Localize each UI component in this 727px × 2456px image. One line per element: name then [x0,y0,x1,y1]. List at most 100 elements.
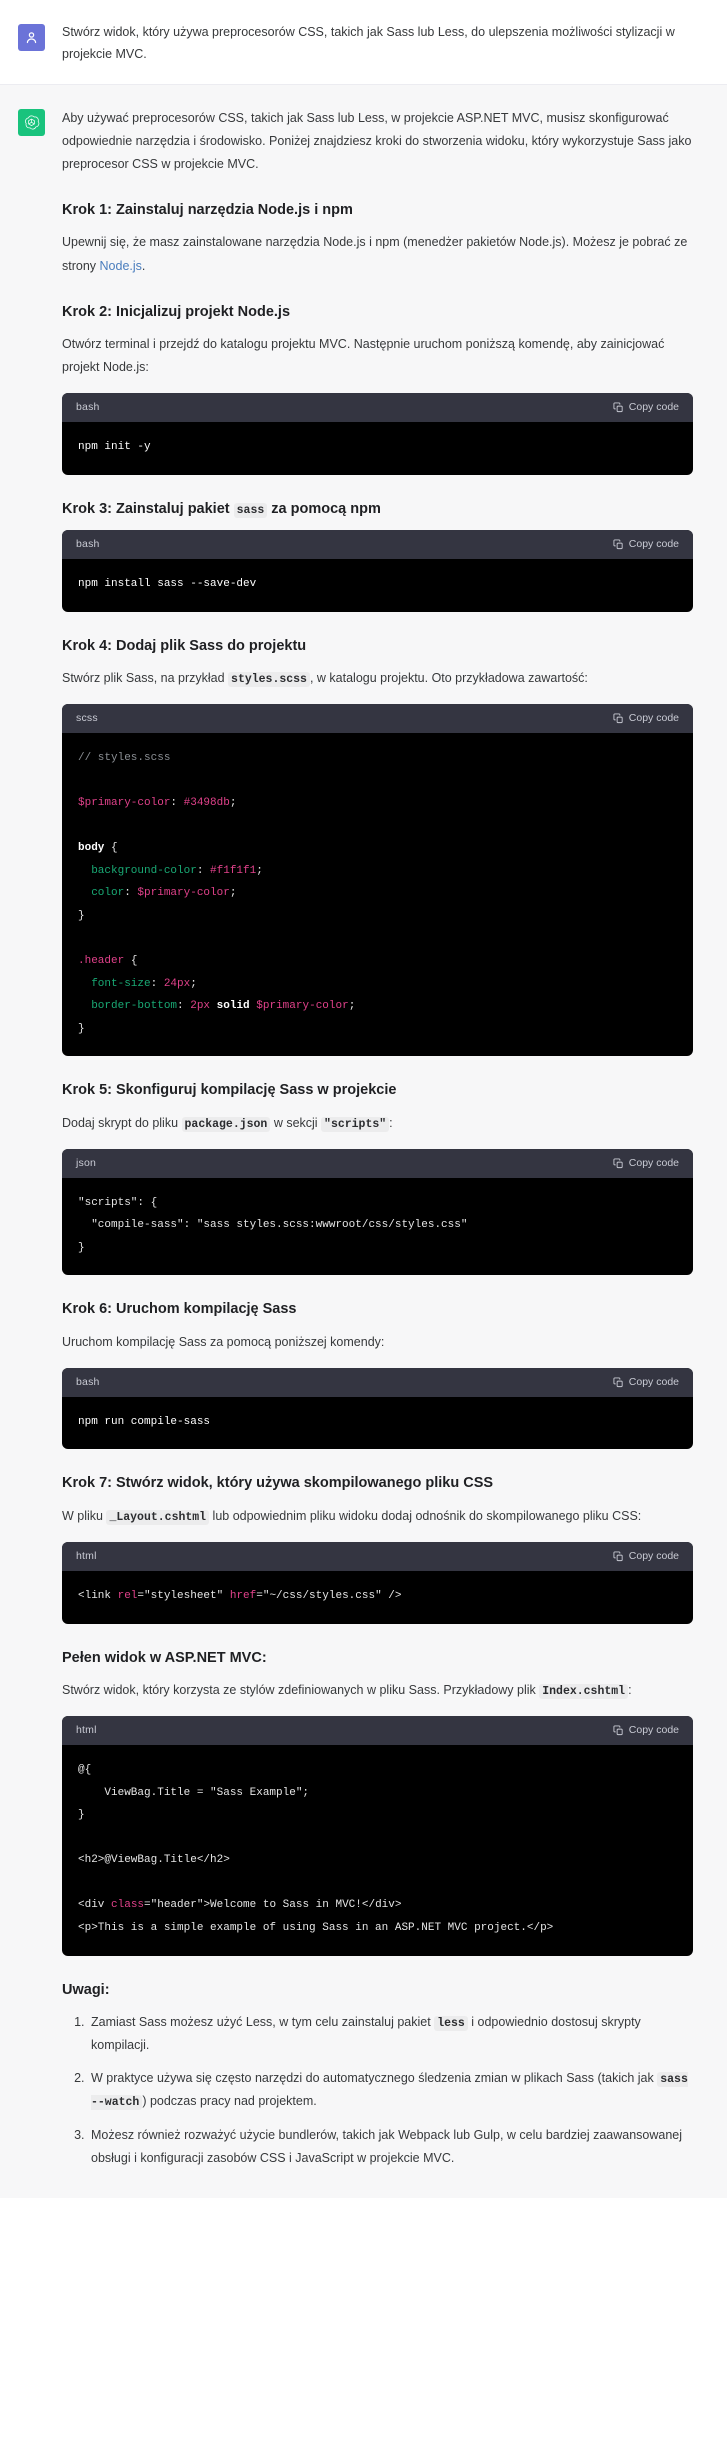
code-language-label: bash [76,538,100,551]
code-block-html-link: html Copy code <link rel="stylesheet" hr… [62,1542,693,1624]
copy-code-button[interactable]: Copy code [613,1158,679,1169]
krok4-code: styles.scss [228,671,310,687]
code-block-content: @{ ViewBag.Title = "Sass Example"; } <h2… [78,1764,554,1934]
copy-code-button[interactable]: Copy code [613,539,679,550]
clipboard-icon [613,1377,624,1388]
code-block-header: bash Copy code [62,393,693,423]
note-2-pre: W praktyce używa się często narzędzi do … [91,2071,658,2086]
notes-list: Zamiast Sass możesz użyć Less, w tym cel… [62,2011,693,2170]
paragraph-krok-1: Upewnij się, że masz zainstalowane narzę… [62,231,693,277]
code-block-content: npm run compile-sass [62,1397,693,1450]
user-message-content: Stwórz widok, który używa preprocesorów … [62,22,727,66]
code-block-header: html Copy code [62,1542,693,1572]
krok4-pre: Stwórz plik Sass, na przykład [62,670,229,685]
assistant-message-content: Aby używać preprocesorów CSS, takich jak… [62,107,727,2180]
user-avatar-column [0,22,62,66]
copy-code-label: Copy code [628,1724,679,1737]
code-text: npm install sass --save-dev [78,578,257,591]
copy-code-button[interactable]: Copy code [613,402,679,413]
code-block-header: html Copy code [62,1716,693,1746]
clipboard-icon [613,539,624,550]
list-item: W praktyce używa się często narzędzi do … [88,2067,693,2114]
code-language-label: bash [76,1376,100,1389]
krok3-post: za pomocą npm [267,500,381,517]
heading-krok-3: Krok 3: Zainstaluj pakiet sass za pomocą… [62,499,693,519]
code-block-content: "scripts": { "compile-sass": "sass style… [78,1196,468,1254]
list-item: Możesz również rozważyć użycie bundlerów… [88,2124,693,2170]
assistant-avatar-column [0,107,62,2180]
code-block-header: bash Copy code [62,1367,693,1397]
code-block-header: bash Copy code [62,530,693,560]
code-block-html-index: html Copy code @{ ViewBag.Title = "Sass … [62,1716,693,1956]
heading-krok-7: Krok 7: Stwórz widok, który używa skompi… [62,1475,494,1492]
krok7-code: _Layout.cshtml [106,1509,210,1525]
code-language-label: scss [76,712,98,725]
openai-logo-icon [17,108,45,136]
code-block-npm-install-sass: bash Copy code npm install sass --save-d… [62,530,693,612]
copy-code-label: Copy code [628,712,679,725]
pelen-code: Index.cshtml [539,1683,629,1699]
heading-krok-5: Krok 5: Skonfiguruj kompilację Sass w pr… [62,1082,397,1099]
code-block-npm-init: bash Copy code npm init -y [62,393,693,475]
code-language-label: bash [76,401,100,414]
code-language-label: html [76,1724,97,1737]
paragraph-krok-5: Dodaj skrypt do pliku package.json w sek… [62,1112,693,1135]
heading-pelen-widok: Pełen widok w ASP.NET MVC: [62,1649,267,1666]
krok3-pre: Krok 3: Zainstaluj pakiet [62,500,234,517]
code-block-content: npm install sass --save-dev [62,559,693,612]
note-1-pre: Zamiast Sass możesz użyć Less, w tym cel… [91,2014,435,2029]
paragraph-krok-7: W pliku _Layout.cshtml lub odpowiednim p… [62,1505,693,1528]
krok1-pre: Upewnij się, że masz zainstalowane narzę… [62,235,688,273]
clipboard-icon [613,402,624,413]
heading-krok-1: Krok 1: Zainstaluj narzędzia Node.js i n… [62,202,353,219]
pelen-pre: Stwórz widok, który korzysta ze stylów z… [62,1682,540,1697]
assistant-intro: Aby używać preprocesorów CSS, takich jak… [62,110,692,171]
krok5-pre: Dodaj skrypt do pliku [62,1115,182,1130]
copy-code-button[interactable]: Copy code [613,713,679,724]
code-block-header: scss Copy code [62,704,693,734]
copy-code-label: Copy code [628,1157,679,1170]
copy-code-button[interactable]: Copy code [613,1725,679,1736]
paragraph-pelen-widok: Stwórz widok, który korzysta ze stylów z… [62,1679,693,1702]
assistant-message: Aby używać preprocesorów CSS, takich jak… [0,83,727,2198]
clipboard-icon [613,1725,624,1736]
krok7-pre: W pliku [62,1508,107,1523]
clipboard-icon [613,1158,624,1169]
krok7-post: lub odpowiednim pliku widoku dodaj odnoś… [209,1508,642,1523]
code-text: npm init -y [78,441,151,454]
copy-code-label: Copy code [628,1376,679,1389]
clipboard-icon [613,713,624,724]
chat-page: Stwórz widok, który używa preprocesorów … [0,0,727,2198]
code-block-content: // styles.scss $primary-color: #3498db; … [78,752,356,1035]
code-block-content: npm init -y [62,422,693,475]
paragraph-krok-4: Stwórz plik Sass, na przykład styles.scs… [62,667,693,690]
code-text: npm run compile-sass [78,1415,211,1428]
heading-krok-4: Krok 4: Dodaj plik Sass do projektu [62,637,307,654]
list-item: Zamiast Sass możesz użyć Less, w tym cel… [88,2011,693,2057]
pelen-post: : [628,1682,632,1697]
code-language-label: json [76,1157,97,1170]
code-block-json-scripts: json Copy code "scripts": { "compile-sas… [62,1148,693,1276]
heading-uwagi: Uwagi: [62,1981,110,1998]
nodejs-link[interactable]: Node.js [100,259,142,273]
copy-code-button[interactable]: Copy code [613,1377,679,1388]
krok5-post: : [389,1115,393,1130]
heading-krok-2: Krok 2: Inicjalizuj projekt Node.js [62,303,291,320]
krok4-post: , w katalogu projektu. Oto przykładowa z… [309,670,588,685]
copy-code-button[interactable]: Copy code [613,1551,679,1562]
code-block-scss-styles: scss Copy code // styles.scss $primary-c… [62,704,693,1057]
note-2-post: ) podczas pracy nad projektem. [142,2094,317,2109]
code-language-label: html [76,1550,97,1563]
user-message: Stwórz widok, który używa preprocesorów … [0,0,727,84]
copy-code-label: Copy code [628,1550,679,1563]
paragraph-krok-6: Uruchom kompilację Sass za pomocą poniżs… [62,1334,385,1349]
krok5-code-2: "scripts" [321,1116,390,1132]
note-1-code: less [434,2015,468,2031]
krok5-mid: w sekcji [270,1115,322,1130]
user-avatar-icon [17,24,45,51]
krok1-post: . [141,258,146,273]
heading-krok-6: Krok 6: Uruchom kompilację Sass [62,1301,297,1318]
paragraph-krok-2: Otwórz terminal i przejdź do katalogu pr… [62,336,665,375]
copy-code-label: Copy code [628,538,679,551]
code-block-header: json Copy code [62,1148,693,1178]
